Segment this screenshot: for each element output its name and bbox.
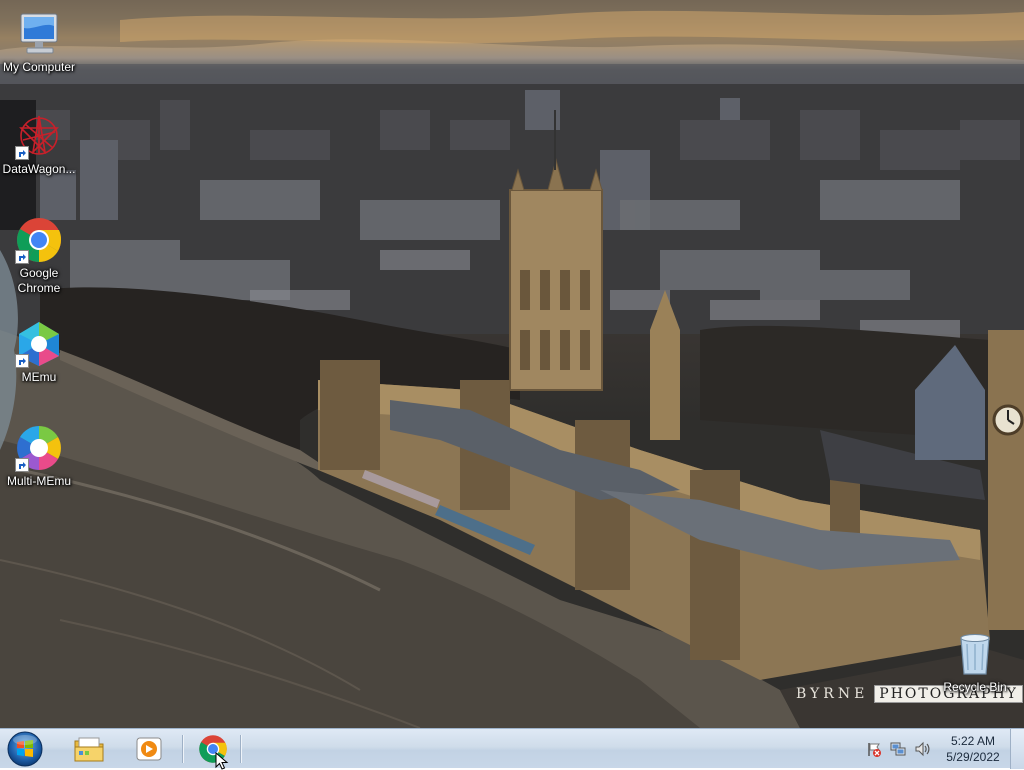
shortcut-arrow-icon <box>15 458 29 472</box>
taskbar-separator <box>182 735 183 763</box>
desktop-wallpaper: BYRNE PHOTOGRAPHY <box>0 0 1024 728</box>
desktop-icon-label: MEmu <box>21 370 57 384</box>
desktop-icon-label: My Computer <box>2 60 76 74</box>
wallpaper-scene <box>0 0 1024 728</box>
watermark-text-byrne: BYRNE <box>796 686 869 702</box>
desktop-icon-memu[interactable]: MEmu <box>0 320 78 385</box>
clock[interactable]: 5:22 AM 5/29/2022 <box>938 733 1008 765</box>
media-player-icon <box>136 737 162 761</box>
taskbar: 5:22 AM 5/29/2022 <box>0 728 1024 769</box>
recycle-bin-icon <box>951 630 999 678</box>
taskbar-separator <box>240 735 241 763</box>
network-icon[interactable] <box>890 741 906 757</box>
chrome-icon <box>15 216 63 264</box>
computer-icon <box>15 10 63 58</box>
system-tray: 5:22 AM 5/29/2022 <box>862 729 1024 769</box>
show-desktop-button[interactable] <box>1010 729 1024 769</box>
desktop-icon-label: DataWagon... <box>2 162 76 176</box>
taskbar-media-player-button[interactable] <box>122 731 176 767</box>
desktop-icon-label: Recycle Bin <box>943 680 1007 694</box>
taskbar-explorer-button[interactable] <box>62 731 116 767</box>
start-orb-icon <box>7 731 43 767</box>
clock-date: 5/29/2022 <box>946 750 1000 764</box>
mouse-cursor-icon <box>215 752 229 770</box>
clock-time: 5:22 AM <box>950 734 996 748</box>
datawagon-icon <box>15 112 63 160</box>
action-center-flag-icon[interactable] <box>866 741 882 757</box>
desktop-icon-datawagon[interactable]: DataWagon... <box>0 112 78 177</box>
shortcut-arrow-icon <box>15 146 29 160</box>
memu-icon <box>15 320 63 368</box>
folder-icon <box>74 737 104 762</box>
desktop-icon-label: Google Chrome <box>17 266 61 295</box>
multi-memu-icon <box>15 424 63 472</box>
desktop-icon-multi-memu[interactable]: Multi-MEmu <box>0 424 78 489</box>
desktop-icon-label: Multi-MEmu <box>6 474 71 488</box>
desktop-icon-my-computer[interactable]: My Computer <box>0 10 78 75</box>
shortcut-arrow-icon <box>15 354 29 368</box>
start-button[interactable] <box>6 731 44 767</box>
volume-icon[interactable] <box>914 741 930 757</box>
taskbar-chrome-button[interactable] <box>186 731 240 767</box>
desktop-icon-google-chrome[interactable]: Google Chrome <box>0 216 78 296</box>
shortcut-arrow-icon <box>15 250 29 264</box>
desktop-icon-recycle-bin[interactable]: Recycle Bin <box>936 630 1014 695</box>
